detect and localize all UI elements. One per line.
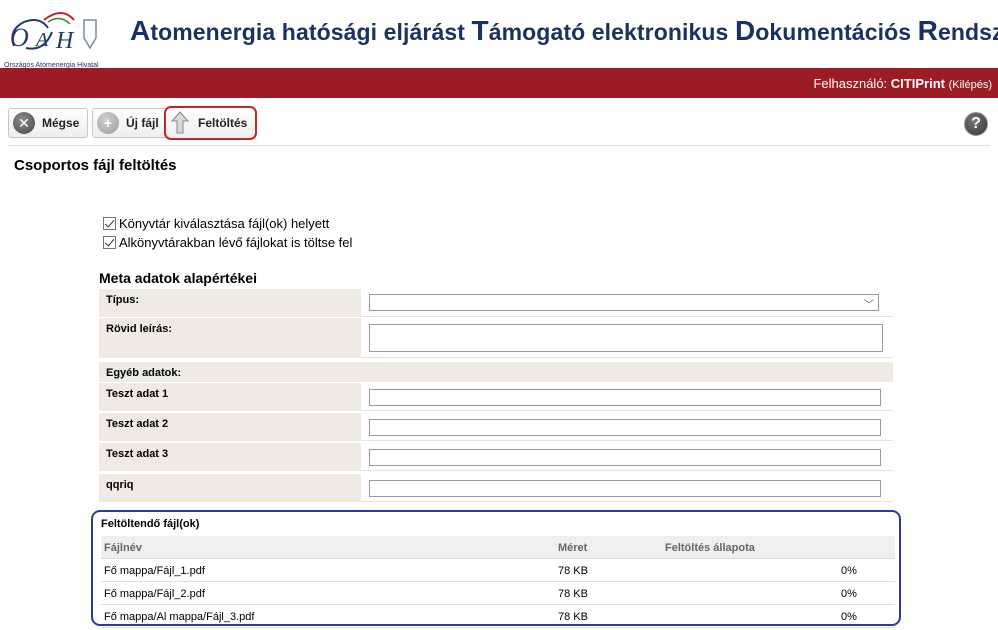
chevron-down-icon: ﹀	[864, 300, 874, 311]
subdirs-option[interactable]: Alkönyvtárakban lévő fájlokat is töltse …	[103, 235, 352, 250]
qqriq-input[interactable]	[369, 480, 881, 497]
description-label: Rövid leírás:	[99, 318, 361, 358]
cancel-button[interactable]: ✕ Mégse	[8, 108, 89, 138]
toolbar: ✕ Mégse + Új fájl Feltöltés ?	[8, 106, 990, 140]
upload-status: 0%	[841, 588, 857, 600]
upload-status: 0%	[841, 611, 857, 623]
test-data-1-input[interactable]	[369, 389, 881, 406]
help-icon[interactable]: ?	[964, 112, 988, 136]
column-header-name[interactable]: Fájlnév	[104, 542, 142, 554]
files-panel: Feltöltendő fájl(ok) Fájlnév Méret Feltö…	[91, 510, 901, 628]
file-size: 78 KB	[558, 611, 588, 623]
svg-text:A: A	[34, 29, 49, 51]
test-data-3-input[interactable]	[369, 449, 881, 466]
other-data-row: Egyéb adatok:	[99, 362, 893, 382]
svg-text:O: O	[10, 23, 29, 52]
user-label: Felhasználó:	[813, 76, 888, 91]
type-label: Típus:	[99, 289, 361, 317]
logout-link[interactable]: (Kilépés)	[949, 79, 992, 91]
app-header: O A H Országos Atomenergia Hivatal Atome…	[0, 0, 998, 69]
file-size: 78 KB	[558, 588, 588, 600]
field-label: Teszt adat 3	[99, 443, 361, 471]
type-select[interactable]: ﹀	[369, 294, 879, 311]
logo-graphic: O A H	[10, 12, 97, 54]
new-file-button[interactable]: + Új fájl	[92, 108, 168, 138]
field-row: Teszt adat 1	[99, 383, 893, 411]
file-name: Fő mappa/Fájl_1.pdf	[104, 565, 205, 577]
field-row: Teszt adat 2	[99, 413, 893, 441]
field-label: Teszt adat 1	[99, 383, 361, 411]
file-size: 78 KB	[558, 565, 588, 577]
page-title: Csoportos fájl feltöltés	[14, 157, 177, 174]
table-row: Fő mappa/Fájl_2.pdf 78 KB 0%	[101, 582, 895, 605]
field-row: qqriq	[99, 474, 893, 502]
svg-text:H: H	[55, 28, 75, 54]
upload-button[interactable]: Feltöltés	[164, 106, 258, 140]
app-title: Atomenergia hatósági eljárást Támogató e…	[130, 15, 998, 46]
close-icon: ✕	[13, 112, 35, 134]
files-title: Feltöltendő fájl(ok)	[101, 518, 200, 530]
other-data-label: Egyéb adatok:	[99, 362, 893, 382]
table-row: Fő mappa/Fájl_1.pdf 78 KB 0%	[101, 559, 895, 582]
user-bar: Felhasználó: CITIPrint (Kilépés)	[0, 68, 998, 98]
field-row: Teszt adat 3	[99, 443, 893, 471]
file-name: Fő mappa/Al mappa/Fájl_3.pdf	[104, 611, 255, 623]
table-row: Fő mappa/Al mappa/Fájl_3.pdf 78 KB 0%	[101, 605, 895, 628]
test-data-2-input[interactable]	[369, 419, 881, 436]
toolbar-divider	[8, 145, 990, 146]
column-header-size[interactable]: Méret	[558, 542, 587, 554]
oah-logo: O A H Országos Atomenergia Hivatal	[4, 8, 104, 69]
plus-icon: +	[97, 112, 119, 134]
dir-select-checkbox[interactable]	[103, 217, 116, 230]
upload-status: 0%	[841, 565, 857, 577]
file-name: Fő mappa/Fájl_2.pdf	[104, 588, 205, 600]
field-label: qqriq	[99, 474, 361, 502]
upload-arrow-icon	[170, 111, 190, 134]
field-label: Teszt adat 2	[99, 413, 361, 441]
username: CITIPrint	[890, 76, 945, 91]
subdirs-checkbox[interactable]	[103, 236, 116, 249]
table-header: Fájlnév Méret Feltöltés állapota	[101, 536, 895, 559]
column-header-status[interactable]: Feltöltés állapota	[665, 542, 755, 554]
description-row: Rövid leírás:	[99, 318, 893, 358]
meta-section-title: Meta adatok alapértékei	[99, 270, 257, 286]
description-textarea[interactable]	[369, 324, 883, 352]
dir-select-option[interactable]: Könyvtár kiválasztása fájl(ok) helyett	[103, 216, 329, 231]
type-row: Típus: ﹀	[99, 289, 893, 317]
